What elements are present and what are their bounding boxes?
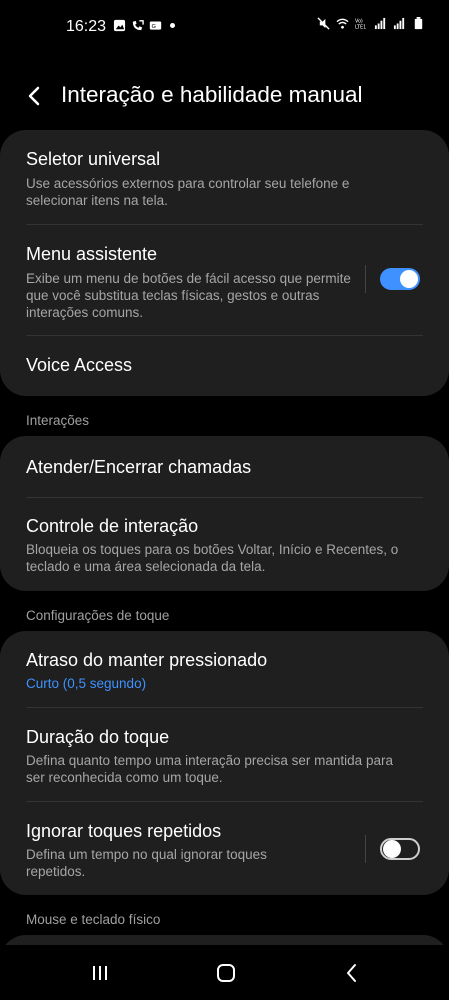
notification-icons: G bbox=[113, 19, 175, 32]
navigation-bar bbox=[0, 945, 449, 1000]
universal-switch-item[interactable]: Seletor universal Use acessórios externo… bbox=[0, 130, 449, 224]
interaction-control-item[interactable]: Controle de interação Bloqueia os toques… bbox=[0, 498, 449, 591]
item-title: Seletor universal bbox=[26, 149, 161, 169]
page-title: Interação e habilidade manual bbox=[61, 82, 363, 107]
touch-hold-delay-item[interactable]: Atraso do manter pressionado Curto (0,5 … bbox=[0, 631, 449, 707]
svg-text:LTE1: LTE1 bbox=[355, 24, 366, 30]
system-icons: Vo) LTE1 bbox=[317, 17, 425, 30]
ai-icon: G bbox=[149, 21, 162, 30]
back-arrow-icon[interactable] bbox=[22, 83, 48, 109]
gallery-icon bbox=[113, 19, 126, 32]
signal-icon-1 bbox=[374, 17, 386, 30]
volte-icon: Vo)LTE1 bbox=[355, 19, 366, 30]
ignore-repeated-touches-item[interactable]: Ignorar toques repetidos Defina um tempo… bbox=[0, 802, 449, 895]
item-title: Ignorar toques repetidos bbox=[26, 821, 222, 841]
item-description: Defina um tempo no qual ignorar toques r… bbox=[26, 847, 267, 879]
assistant-menu-toggle[interactable] bbox=[380, 268, 420, 290]
ignore-repeated-toggle[interactable] bbox=[380, 838, 420, 860]
section-header-mouse-keyboard: Mouse e teclado físico bbox=[26, 912, 161, 927]
home-icon[interactable] bbox=[212, 959, 240, 987]
item-title: Atraso do manter pressionado bbox=[26, 650, 268, 670]
toggle-separator bbox=[365, 265, 366, 293]
calls-icon bbox=[132, 20, 144, 31]
item-description: Defina quanto tempo uma interação precis… bbox=[26, 753, 393, 785]
section-header-interactions: Interações bbox=[26, 413, 90, 428]
voice-access-item[interactable]: Voice Access bbox=[0, 336, 449, 396]
status-bar: 16:23 G Vo) LTE1 bbox=[0, 0, 449, 52]
app-header: Interação e habilidade manual bbox=[0, 75, 449, 117]
item-title: Controle de interação bbox=[26, 516, 199, 536]
answer-end-calls-item[interactable]: Atender/Encerrar chamadas bbox=[0, 436, 449, 496]
item-description: Bloqueia os toques para os botões Voltar… bbox=[26, 542, 399, 574]
status-time: 16:23 bbox=[66, 18, 107, 35]
item-title: Menu assistente bbox=[26, 244, 158, 264]
tap-duration-item[interactable]: Duração do toque Defina quanto tempo uma… bbox=[0, 708, 449, 801]
settings-group-2: Atender/Encerrar chamadas Controle de in… bbox=[0, 436, 449, 591]
mute-icon bbox=[317, 17, 330, 30]
recents-icon[interactable] bbox=[86, 959, 114, 987]
item-description: Use acessórios externos para controlar s… bbox=[26, 176, 350, 208]
toggle-knob bbox=[400, 270, 418, 288]
toggle-knob bbox=[383, 840, 401, 858]
more-notifications-dot bbox=[170, 23, 175, 28]
item-title: Duração do toque bbox=[26, 727, 170, 747]
battery-icon bbox=[414, 17, 423, 30]
settings-group-1: Seletor universal Use acessórios externo… bbox=[0, 130, 449, 396]
item-title: Atender/Encerrar chamadas bbox=[26, 457, 252, 477]
item-description: Exibe um menu de botões de fácil acesso … bbox=[26, 271, 351, 320]
svg-text:G: G bbox=[151, 24, 155, 30]
back-nav-icon[interactable] bbox=[338, 959, 366, 987]
assistant-menu-item[interactable]: Menu assistente Exibe um menu de botões … bbox=[0, 225, 449, 335]
toggle-separator bbox=[365, 835, 366, 863]
wifi-icon bbox=[336, 18, 349, 29]
item-value: Curto (0,5 segundo) bbox=[26, 676, 147, 691]
section-header-touch-settings: Configurações de toque bbox=[26, 608, 170, 623]
settings-group-3: Atraso do manter pressionado Curto (0,5 … bbox=[0, 631, 449, 895]
signal-icon-2 bbox=[393, 17, 405, 30]
item-title: Voice Access bbox=[26, 355, 133, 375]
